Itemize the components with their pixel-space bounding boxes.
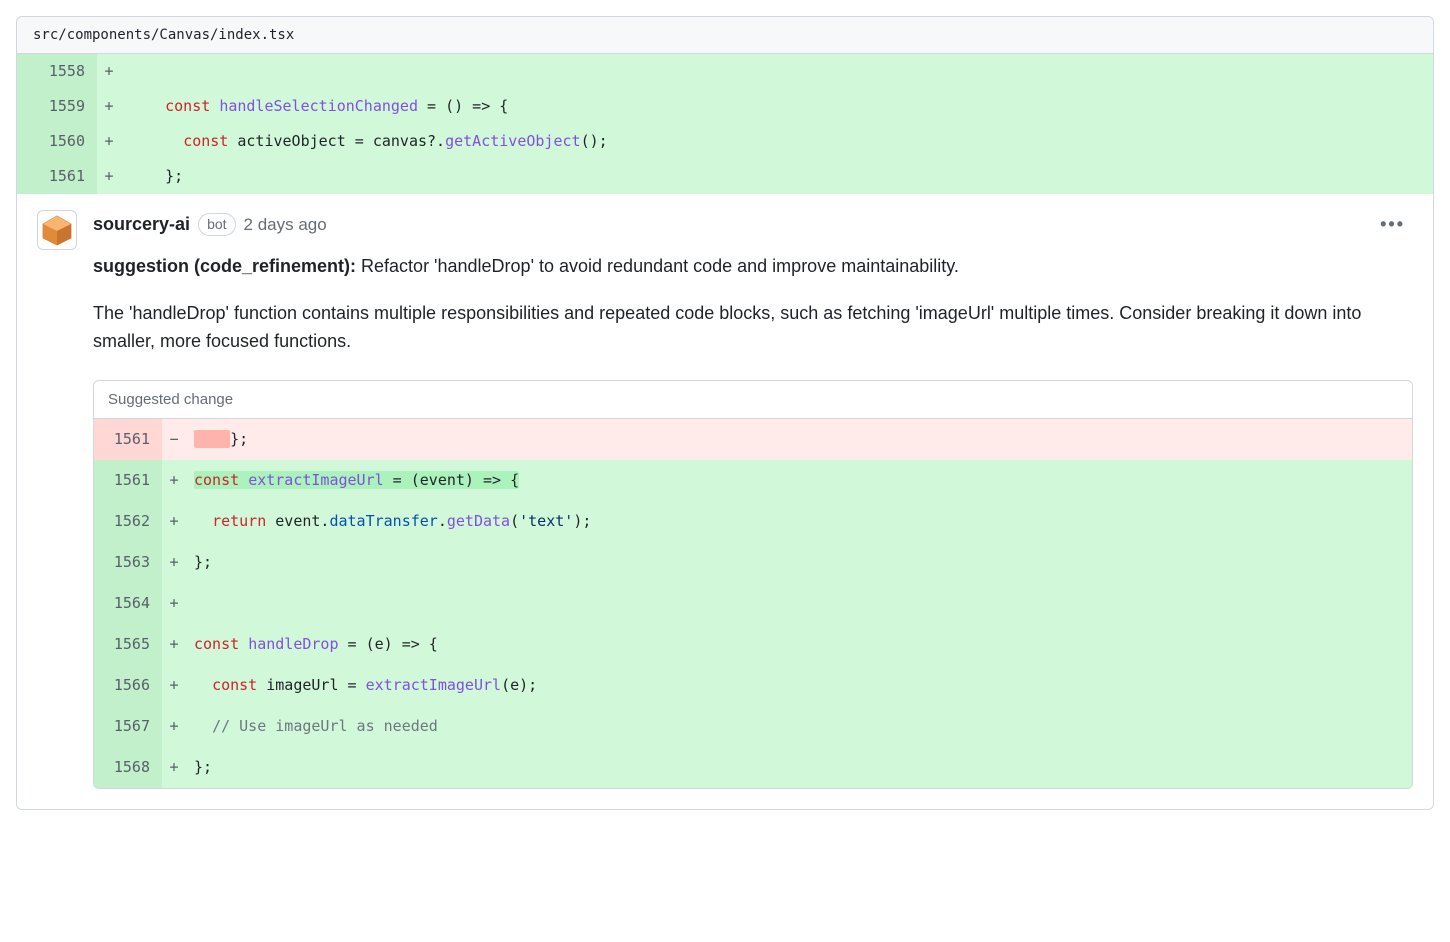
kebab-menu-icon[interactable]: ••• (1372, 210, 1413, 239)
suggestion-label: suggestion (code_refinement): (93, 256, 356, 276)
diff-marker: + (162, 501, 186, 542)
line-number: 1561 (94, 460, 162, 501)
diff-line: 1558 + (17, 54, 1433, 89)
file-path-header[interactable]: src/components/Canvas/index.tsx (17, 17, 1433, 54)
line-content: return event.dataTransfer.getData('text'… (186, 501, 1412, 542)
line-number: 1566 (94, 665, 162, 706)
comment-title: suggestion (code_refinement): Refactor '… (93, 253, 1413, 280)
line-content: }; (186, 542, 1412, 583)
comment-author[interactable]: sourcery-ai (93, 214, 190, 235)
line-number: 1564 (94, 583, 162, 624)
diff-line: 1568 + }; (94, 747, 1412, 788)
diff-marker: + (97, 54, 121, 89)
diff-marker: + (162, 542, 186, 583)
diff-line: 1559 + const handleSelectionChanged = ()… (17, 89, 1433, 124)
diff-marker: + (162, 624, 186, 665)
diff-marker: + (162, 665, 186, 706)
diff-marker: + (97, 159, 121, 194)
suggestion-title-text: Refactor 'handleDrop' to avoid redundant… (356, 256, 959, 276)
diff-line: 1560 + const activeObject = canvas?.getA… (17, 124, 1433, 159)
diff-line: 1561 + }; (17, 159, 1433, 194)
line-number: 1563 (94, 542, 162, 583)
diff-marker: + (162, 706, 186, 747)
sourcery-avatar-icon (41, 214, 73, 246)
line-content: const extractImageUrl = (event) => { (186, 460, 1412, 501)
line-content: const imageUrl = extractImageUrl(e); (186, 665, 1412, 706)
diff-marker: + (162, 583, 186, 624)
diff-marker: + (97, 124, 121, 159)
line-number: 1558 (17, 54, 97, 89)
avatar[interactable] (37, 210, 77, 250)
line-number: 1568 (94, 747, 162, 788)
diff-marker: − (162, 419, 186, 460)
suggested-change-box: Suggested change 1561 − };}; 1561 + cons… (93, 380, 1413, 789)
diff-marker: + (162, 747, 186, 788)
line-content (121, 54, 1433, 89)
line-content: const activeObject = canvas?.getActiveOb… (121, 124, 1433, 159)
comment-timestamp[interactable]: 2 days ago (244, 215, 327, 235)
line-number: 1562 (94, 501, 162, 542)
line-number: 1560 (17, 124, 97, 159)
line-content (186, 583, 1412, 624)
comment-body: sourcery-ai bot 2 days ago ••• suggestio… (93, 210, 1413, 789)
diff-marker: + (162, 460, 186, 501)
diff-line: 1567 + // Use imageUrl as needed (94, 706, 1412, 747)
diff-line: 1564 + (94, 583, 1412, 624)
review-comment: sourcery-ai bot 2 days ago ••• suggestio… (17, 194, 1433, 809)
comment-header: sourcery-ai bot 2 days ago ••• (93, 210, 1413, 239)
bot-badge: bot (198, 213, 235, 237)
line-content: const handleSelectionChanged = () => { (121, 89, 1433, 124)
diff-line: 1566 + const imageUrl = extractImageUrl(… (94, 665, 1412, 706)
line-number: 1561 (94, 419, 162, 460)
diff-marker: + (97, 89, 121, 124)
comment-paragraph: The 'handleDrop' function contains multi… (93, 300, 1413, 356)
diff-line: 1561 − };}; (94, 419, 1412, 460)
line-number: 1567 (94, 706, 162, 747)
line-content: const handleDrop = (e) => { (186, 624, 1412, 665)
diff-line: 1561 + const extractImageUrl = (event) =… (94, 460, 1412, 501)
diff-line: 1563 + }; (94, 542, 1412, 583)
line-number: 1565 (94, 624, 162, 665)
line-content: // Use imageUrl as needed (186, 706, 1412, 747)
line-number: 1559 (17, 89, 97, 124)
suggested-change-code: 1561 − };}; 1561 + const extractImageUrl… (94, 419, 1412, 788)
line-content: }; (121, 159, 1433, 194)
top-diff-block: 1558 + 1559 + const handleSelectionChang… (17, 54, 1433, 194)
line-content: }; (186, 747, 1412, 788)
diff-line: 1562 + return event.dataTransfer.getData… (94, 501, 1412, 542)
line-content: };}; (186, 419, 1412, 460)
line-number: 1561 (17, 159, 97, 194)
suggested-change-header: Suggested change (94, 381, 1412, 419)
diff-line: 1565 + const handleDrop = (e) => { (94, 624, 1412, 665)
diff-container: src/components/Canvas/index.tsx 1558 + 1… (16, 16, 1434, 810)
